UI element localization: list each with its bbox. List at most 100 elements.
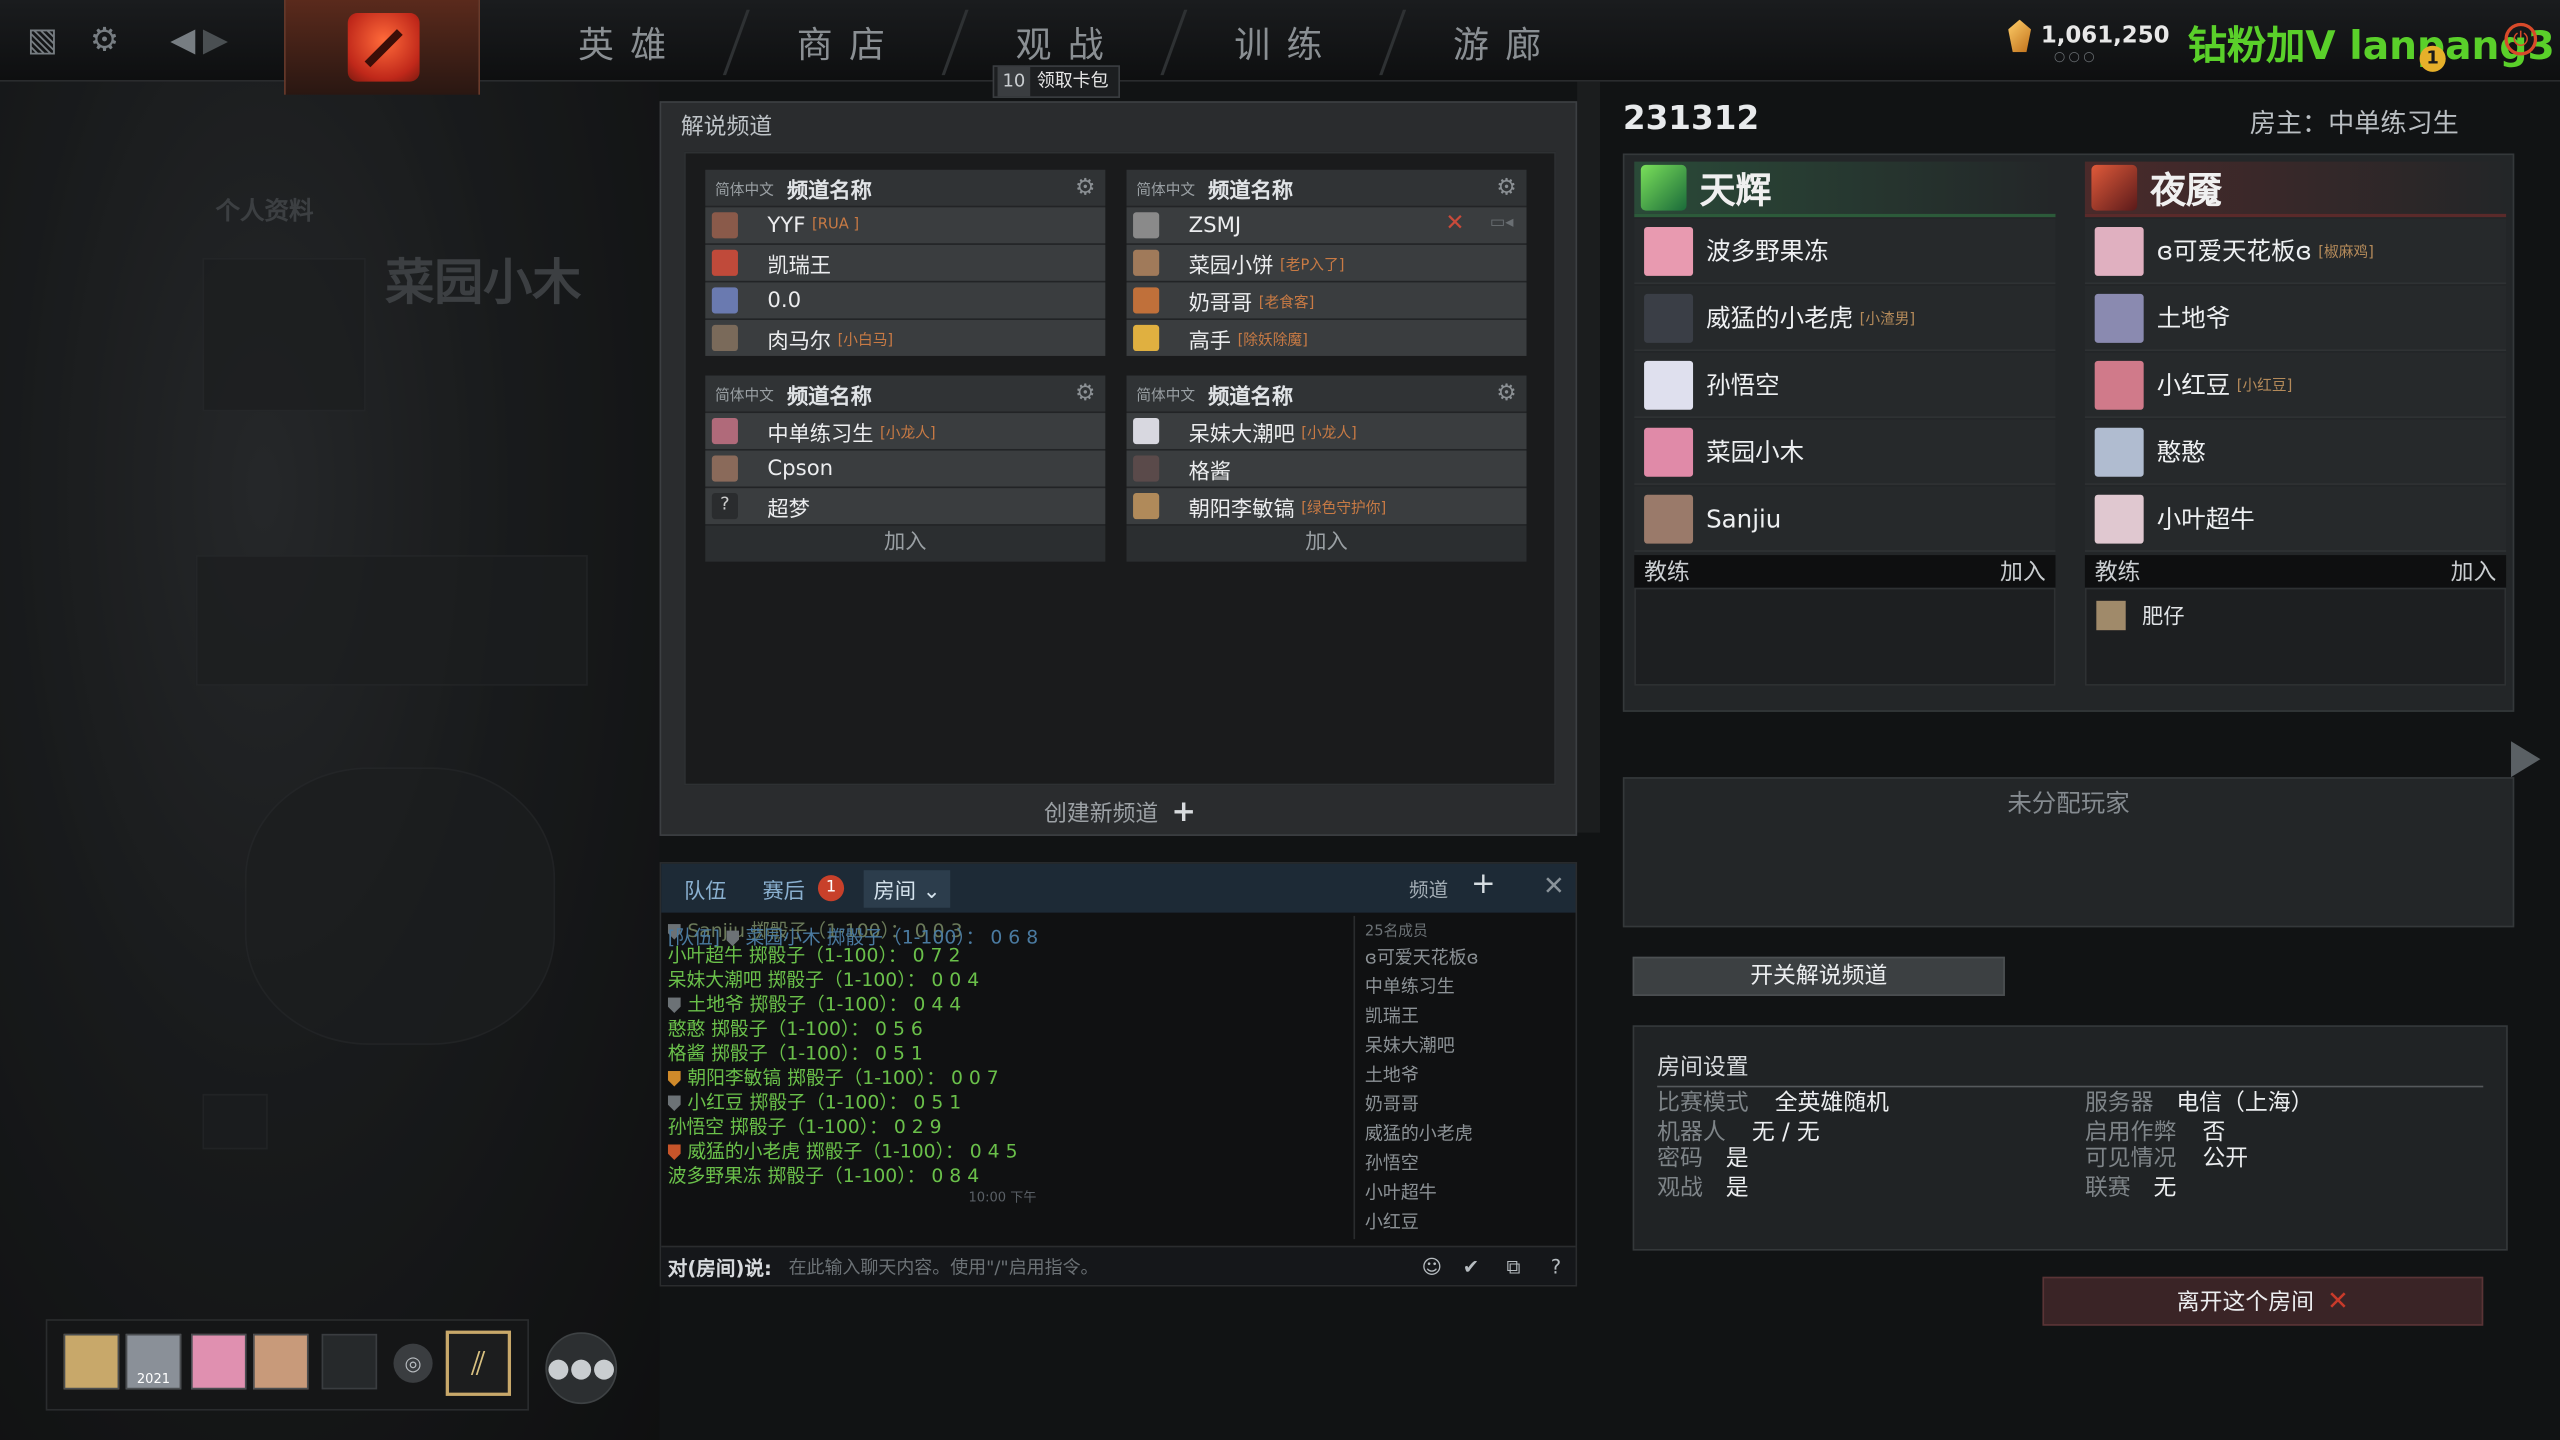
avatar: [711, 287, 738, 314]
chat-message: 朝阳李敏镐 掷骰子（1-100）： 0 0 7: [667, 1066, 1337, 1090]
channel-member[interactable]: 凯瑞王: [705, 244, 1106, 281]
image-icon[interactable]: ⧉: [1497, 1251, 1530, 1284]
shards-balance[interactable]: 1,061,250 ○○○: [2008, 19, 2170, 64]
channel-member[interactable]: 高手 [除妖除魔]: [1126, 319, 1527, 356]
player-slot[interactable]: 孙悟空: [1634, 352, 2056, 418]
player-slot[interactable]: ɞ可爱天花板ɞ [椒麻鸡]: [2084, 218, 2507, 285]
party-member-avatar[interactable]: 2021: [125, 1333, 182, 1390]
empty-party-slot[interactable]: [321, 1333, 378, 1390]
unassigned-players[interactable]: 未分配玩家: [1622, 777, 2515, 928]
nav-learn[interactable]: 训练: [1234, 16, 1339, 68]
list-item[interactable]: 中单练习生: [1355, 973, 1572, 1002]
gear-icon[interactable]: ⚙: [1496, 175, 1517, 201]
gear-icon[interactable]: ⚙: [85, 20, 124, 59]
list-item[interactable]: 孙悟空: [1355, 1149, 1572, 1178]
dota2-lobby-screen: 个人资料 菜园小木 ▧ ⚙ ◀ ▶ 英雄 商店 观战 训练 游廊 1,061,2…: [0, 0, 2560, 1440]
player-slot[interactable]: Sanjiu: [1634, 486, 2056, 552]
party-member-avatar[interactable]: [253, 1333, 309, 1390]
camera-icon[interactable]: ▭◂: [1490, 214, 1514, 232]
party-member-avatar[interactable]: [63, 1333, 120, 1390]
help-icon[interactable]: ?: [1540, 1251, 1573, 1284]
tab-postgame[interactable]: 赛后: [762, 873, 804, 904]
gear-icon[interactable]: ⚙: [1075, 380, 1096, 406]
power-icon[interactable]: ⏻: [2504, 22, 2538, 56]
channel-member[interactable]: 奶哥哥 [老食客]: [1126, 282, 1527, 319]
gear-icon[interactable]: ⚙: [1075, 175, 1096, 201]
channel-member[interactable]: 菜园小饼 [老P入了]: [1126, 244, 1527, 281]
player-slot[interactable]: 小红豆 [小红豆]: [2084, 352, 2507, 418]
channel-member[interactable]: YYF [RUA ]: [705, 207, 1106, 244]
channel-member[interactable]: 中单练习生 [小龙人]: [705, 413, 1106, 449]
join-channel-button[interactable]: 加入: [705, 525, 1106, 562]
gear-icon[interactable]: ⚙: [1496, 380, 1517, 406]
channel-name: 频道名称: [786, 178, 872, 204]
tab-party[interactable]: 队伍: [684, 873, 726, 904]
player-slot[interactable]: 波多野果冻: [1634, 218, 2056, 285]
nav-arcade[interactable]: 游廊: [1453, 16, 1558, 68]
list-item[interactable]: 凯瑞王: [1355, 1002, 1572, 1031]
list-item[interactable]: 憨憨: [1355, 1238, 1572, 1240]
emoji-icon[interactable]: ☺: [1416, 1251, 1449, 1284]
channel-button[interactable]: 频道: [1409, 875, 1448, 903]
setting-label: 密码: [1657, 1146, 1703, 1173]
nav-watch[interactable]: 观战: [1016, 16, 1121, 68]
friends-icon[interactable]: ●●●: [545, 1332, 618, 1405]
channel-member[interactable]: 朝阳李敏镐 [绿色守护你]: [1126, 488, 1527, 525]
player-slot[interactable]: 憨憨: [2084, 419, 2507, 485]
channel-member[interactable]: 呆妹大潮吧 [小龙人]: [1126, 413, 1527, 449]
coach-entry[interactable]: 肥仔: [2096, 599, 2185, 630]
list-item[interactable]: 威猛的小老虎: [1355, 1120, 1572, 1149]
list-item[interactable]: 小叶超牛: [1355, 1179, 1572, 1208]
checkmark-icon[interactable]: ✔: [1455, 1251, 1488, 1284]
channel-member[interactable]: 0.0: [705, 282, 1106, 319]
dashboard-icon[interactable]: ▧: [23, 20, 62, 59]
voice-icon[interactable]: ◎: [393, 1343, 433, 1383]
panel-title: 解说频道: [680, 114, 773, 141]
profile-background: 个人资料 菜园小木: [0, 81, 660, 1440]
kick-icon[interactable]: ✕: [1445, 211, 1464, 237]
coach-slot[interactable]: [1634, 587, 2056, 686]
tab-lobby[interactable]: 房间 ⌄: [863, 870, 951, 908]
player-slot[interactable]: 土地爷: [2084, 285, 2507, 352]
team-header: 天辉: [1634, 161, 2056, 218]
toggle-broadcast-button[interactable]: 开关解说频道: [1632, 956, 2005, 996]
close-icon[interactable]: ✕: [1543, 870, 1565, 901]
add-channel-icon[interactable]: +: [1471, 867, 1496, 901]
channel-member[interactable]: 格酱: [1126, 450, 1527, 487]
shard-icon: [2008, 19, 2032, 53]
join-coach-button[interactable]: 加入: [2000, 555, 2046, 588]
nav-heroes[interactable]: 英雄: [578, 16, 683, 68]
player-slot[interactable]: 小叶超牛: [2084, 486, 2507, 552]
player-slot[interactable]: 菜园小木: [1634, 419, 2056, 485]
dire-icon: [2091, 164, 2138, 211]
avatar: [1133, 417, 1160, 445]
party-member-avatar[interactable]: [191, 1333, 247, 1390]
notification-badge[interactable]: 1: [2419, 45, 2446, 72]
list-item[interactable]: 小红豆: [1355, 1208, 1572, 1237]
list-item[interactable]: 土地爷: [1355, 1061, 1572, 1090]
leave-lobby-button[interactable]: 离开这个房间 ✕: [2042, 1276, 2484, 1326]
player-slot[interactable]: 威猛的小老虎 [小渣男]: [1634, 285, 2056, 352]
channel-member[interactable]: ? 超梦: [705, 488, 1106, 525]
create-channel-button[interactable]: 创建新频道 +: [661, 795, 1579, 829]
nav-store[interactable]: 商店: [797, 16, 902, 68]
dota-logo-tab[interactable]: [284, 0, 480, 95]
claim-pack-button[interactable]: 10 领取卡包: [992, 65, 1120, 98]
avatar: [711, 324, 738, 352]
channel-member[interactable]: 肉马尔 [小白马]: [705, 319, 1106, 356]
member-tag: [除妖除魔]: [1237, 332, 1308, 349]
expand-arrow-icon[interactable]: [2511, 741, 2541, 778]
forward-arrow-icon[interactable]: ▶: [196, 20, 235, 59]
avatar: [2094, 293, 2144, 343]
chat-input[interactable]: 在此输入聊天内容。使用"/"启用指令。: [789, 1254, 1099, 1280]
coach-slot[interactable]: 肥仔: [2084, 587, 2507, 686]
join-coach-button[interactable]: 加入: [2451, 555, 2497, 588]
channel-member[interactable]: ZSMJ ✕ ▭◂: [1126, 207, 1527, 244]
list-item[interactable]: ɞ可爱天花板ɞ: [1355, 944, 1572, 973]
list-item[interactable]: 奶哥哥: [1355, 1091, 1572, 1120]
list-item[interactable]: 呆妹大潮吧: [1355, 1032, 1572, 1061]
rank-medal-icon[interactable]: ⫽: [445, 1330, 512, 1396]
channel-member[interactable]: Cpson: [705, 450, 1106, 487]
avatar: [1133, 493, 1160, 520]
join-channel-button[interactable]: 加入: [1126, 525, 1527, 562]
